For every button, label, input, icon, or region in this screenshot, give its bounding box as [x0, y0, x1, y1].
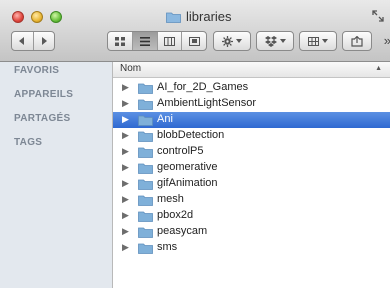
- list-item-name: peasycam: [157, 225, 208, 237]
- disclosure-triangle-icon[interactable]: ▶: [122, 194, 129, 205]
- chevron-down-icon: [236, 39, 242, 43]
- dropbox-icon: [264, 35, 277, 47]
- folder-icon: [138, 227, 153, 238]
- list-item[interactable]: ▶ mesh: [113, 192, 390, 208]
- dropbox-button[interactable]: [256, 31, 294, 51]
- forward-button[interactable]: [34, 32, 55, 50]
- sidebar-section-tags[interactable]: TAGS: [14, 137, 42, 148]
- folder-icon: [138, 147, 153, 158]
- chevron-down-icon: [322, 39, 328, 43]
- list-item-name: blobDetection: [157, 129, 225, 141]
- list-item[interactable]: ▶ Ani: [113, 112, 390, 128]
- disclosure-triangle-icon[interactable]: ▶: [122, 146, 129, 157]
- list-item[interactable]: ▶ geomerative: [113, 160, 390, 176]
- sidebar: FAVORIS APPAREILS PARTAGÉS TAGS: [0, 62, 113, 288]
- folder-icon: [138, 163, 153, 174]
- minimize-button[interactable]: [31, 11, 43, 23]
- list-item[interactable]: ▶ pbox2d: [113, 208, 390, 224]
- folder-icon: [138, 179, 153, 190]
- sort-ascending-icon: ▲: [375, 65, 382, 72]
- file-list: Nom ▲ ▶ AI_for_2D_Games ▶ AmbientLightSenso…: [113, 62, 390, 288]
- arrange-button[interactable]: [299, 31, 337, 51]
- folder-icon: [138, 195, 153, 206]
- list-item[interactable]: ▶ gifAnimation: [113, 176, 390, 192]
- disclosure-triangle-icon[interactable]: ▶: [122, 210, 129, 221]
- zoom-button[interactable]: [50, 11, 62, 23]
- list-view-button[interactable]: [132, 32, 158, 50]
- folder-icon: [138, 131, 153, 142]
- disclosure-triangle-icon[interactable]: ▶: [122, 114, 129, 125]
- list-item-name: AI_for_2D_Games: [157, 81, 249, 93]
- list-item[interactable]: ▶ blobDetection: [113, 128, 390, 144]
- disclosure-triangle-icon[interactable]: ▶: [122, 242, 129, 253]
- window-title-group: libraries: [166, 9, 232, 24]
- column-header-name[interactable]: Nom ▲: [113, 62, 390, 78]
- chevron-down-icon: [279, 39, 286, 43]
- back-forward-control: [11, 31, 55, 51]
- title-bar: libraries »: [0, 0, 390, 62]
- disclosure-triangle-icon[interactable]: ▶: [122, 178, 129, 189]
- cover-flow-button[interactable]: [182, 32, 206, 50]
- list-item-name: pbox2d: [157, 209, 194, 221]
- disclosure-triangle-icon[interactable]: ▶: [122, 98, 129, 109]
- folder-icon: [138, 115, 153, 126]
- fullscreen-icon[interactable]: [372, 10, 384, 22]
- list-item[interactable]: ▶ AI_for_2D_Games: [113, 80, 390, 96]
- arrange-grid-icon: [308, 36, 319, 46]
- folder-icon: [138, 243, 153, 254]
- icon-view-icon: [114, 36, 125, 46]
- folder-icon: [138, 83, 153, 94]
- folder-icon: [166, 12, 181, 23]
- forward-arrow-icon: [41, 37, 47, 45]
- list-item-name: controlP5: [157, 145, 204, 157]
- list-item-name: AmbientLightSensor: [157, 97, 257, 109]
- list-item-name: gifAnimation: [157, 177, 218, 189]
- sidebar-section-favorites[interactable]: FAVORIS: [14, 65, 59, 76]
- list-item[interactable]: ▶ AmbientLightSensor: [113, 96, 390, 112]
- column-header-label: Nom: [120, 63, 142, 74]
- cover-flow-icon: [188, 36, 200, 46]
- back-button[interactable]: [12, 32, 34, 50]
- window-title: libraries: [186, 9, 232, 24]
- folder-icon: [138, 211, 153, 222]
- action-button[interactable]: [213, 31, 251, 51]
- list-item[interactable]: ▶ peasycam: [113, 224, 390, 240]
- sidebar-section-shared[interactable]: PARTAGÉS: [14, 113, 70, 124]
- disclosure-triangle-icon[interactable]: ▶: [122, 130, 129, 141]
- disclosure-triangle-icon[interactable]: ▶: [122, 226, 129, 237]
- column-view-button[interactable]: [158, 32, 183, 50]
- disclosure-triangle-icon[interactable]: ▶: [122, 82, 129, 93]
- column-view-icon: [163, 36, 175, 46]
- list-item-name: geomerative: [157, 161, 218, 173]
- list-item-name: Ani: [157, 113, 173, 125]
- gear-icon: [222, 35, 233, 47]
- toolbar-overflow-button[interactable]: »: [384, 33, 390, 48]
- folder-icon: [138, 99, 153, 110]
- close-button[interactable]: [12, 11, 24, 23]
- back-arrow-icon: [19, 37, 25, 45]
- list-item-name: mesh: [157, 193, 184, 205]
- list-view-icon: [139, 36, 150, 46]
- list-item[interactable]: ▶ controlP5: [113, 144, 390, 160]
- list-item[interactable]: ▶ sms: [113, 240, 390, 256]
- view-mode-control: [107, 31, 207, 51]
- icon-view-button[interactable]: [108, 32, 133, 50]
- disclosure-triangle-icon[interactable]: ▶: [122, 162, 129, 173]
- share-icon: [351, 35, 363, 47]
- sidebar-section-devices[interactable]: APPAREILS: [14, 89, 73, 100]
- finder-window: libraries » FAVORIS APPAREILS PARTAGÉS T…: [0, 0, 390, 288]
- share-button[interactable]: [342, 31, 372, 51]
- list-item-name: sms: [157, 241, 178, 253]
